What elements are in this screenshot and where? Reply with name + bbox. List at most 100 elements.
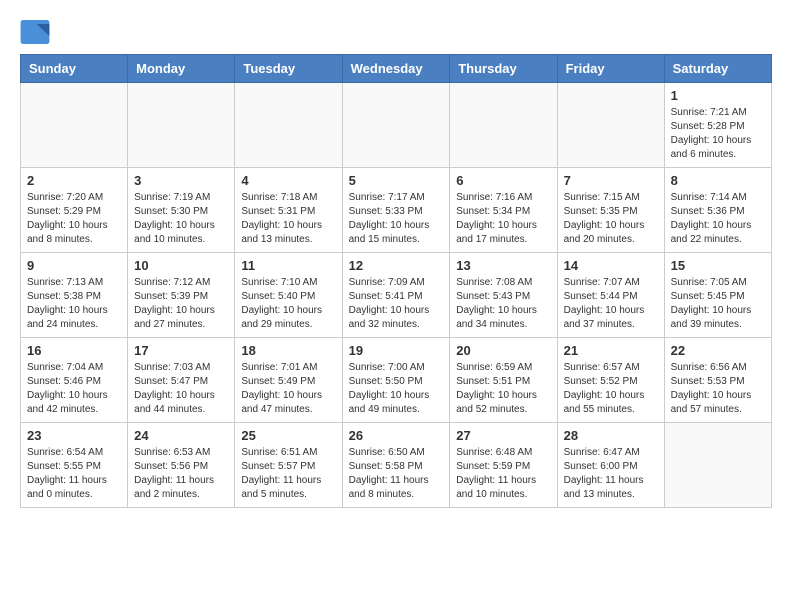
day-number: 26 [349,428,444,443]
calendar-cell: 14 Sunrise: 7:07 AM Sunset: 5:44 PM Dayli… [557,253,664,338]
day-number: 25 [241,428,335,443]
day-info: Sunrise: 7:20 AM Sunset: 5:29 PM Dayligh… [27,191,121,247]
day-number: 19 [349,343,444,358]
calendar-cell [450,83,557,168]
calendar-cell: 6 Sunrise: 7:16 AM Sunset: 5:34 PM Daylig… [450,168,557,253]
calendar-cell: 22Sunrise: 6:56 AM Sunset: 5:53 PM Dayli… [664,338,771,423]
header-thursday: Thursday [450,55,557,83]
day-number: 4 [241,173,335,188]
day-number: 2 [27,173,121,188]
calendar-cell: 1 Sunrise: 7:21 AM Sunset: 5:28 PM Daylig… [664,83,771,168]
day-number: 7 [564,173,658,188]
day-info: Sunrise: 7:03 AM Sunset: 5:47 PM Dayligh… [134,361,228,417]
day-number: 13 [456,258,550,273]
calendar-cell: 11 Sunrise: 7:10 AM Sunset: 5:40 PM Dayli… [235,253,342,338]
calendar-cell: 12 Sunrise: 7:09 AM Sunset: 5:41 PM Dayli… [342,253,450,338]
week-row-2: 2 Sunrise: 7:20 AM Sunset: 5:29 PM Daylig… [21,168,772,253]
day-info: Sunrise: 7:08 AM Sunset: 5:43 PM Dayligh… [456,276,550,332]
day-info: Sunrise: 7:13 AM Sunset: 5:38 PM Dayligh… [27,276,121,332]
day-info: Sunrise: 7:09 AM Sunset: 5:41 PM Dayligh… [349,276,444,332]
header-wednesday: Wednesday [342,55,450,83]
calendar-cell [557,83,664,168]
header-monday: Monday [128,55,235,83]
calendar-cell: 13 Sunrise: 7:08 AM Sunset: 5:43 PM Dayli… [450,253,557,338]
calendar-cell [664,423,771,508]
day-number: 10 [134,258,228,273]
day-info: Sunrise: 6:59 AM Sunset: 5:51 PM Dayligh… [456,361,550,417]
calendar-cell: 7 Sunrise: 7:15 AM Sunset: 5:35 PM Daylig… [557,168,664,253]
calendar-cell: 24 Sunrise: 6:53 AM Sunset: 5:56 PM Dayli… [128,423,235,508]
calendar-cell: 2 Sunrise: 7:20 AM Sunset: 5:29 PM Daylig… [21,168,128,253]
day-number: 9 [27,258,121,273]
calendar-cell [342,83,450,168]
day-info: Sunrise: 7:21 AM Sunset: 5:28 PM Dayligh… [671,106,765,162]
day-info: Sunrise: 7:16 AM Sunset: 5:34 PM Dayligh… [456,191,550,247]
week-row-4: 16 Sunrise: 7:04 AM Sunset: 5:46 PM Dayli… [21,338,772,423]
day-number: 23 [27,428,121,443]
day-number: 12 [349,258,444,273]
day-number: 5 [349,173,444,188]
calendar-cell: 3 Sunrise: 7:19 AM Sunset: 5:30 PM Daylig… [128,168,235,253]
header-sunday: Sunday [21,55,128,83]
calendar-cell: 21Sunrise: 6:57 AM Sunset: 5:52 PM Dayli… [557,338,664,423]
logo [20,20,54,44]
calendar-cell [21,83,128,168]
day-number: 1 [671,88,765,103]
day-info: Sunrise: 7:19 AM Sunset: 5:30 PM Dayligh… [134,191,228,247]
day-number: 17 [134,343,228,358]
calendar-table: SundayMondayTuesdayWednesdayThursdayFrid… [20,54,772,508]
day-info: Sunrise: 6:53 AM Sunset: 5:56 PM Dayligh… [134,446,228,502]
day-info: Sunrise: 6:54 AM Sunset: 5:55 PM Dayligh… [27,446,121,502]
day-number: 11 [241,258,335,273]
day-number: 18 [241,343,335,358]
day-number: 22 [671,343,765,358]
day-info: Sunrise: 7:01 AM Sunset: 5:49 PM Dayligh… [241,361,335,417]
day-info: Sunrise: 7:07 AM Sunset: 5:44 PM Dayligh… [564,276,658,332]
day-info: Sunrise: 7:00 AM Sunset: 5:50 PM Dayligh… [349,361,444,417]
day-info: Sunrise: 6:48 AM Sunset: 5:59 PM Dayligh… [456,446,550,502]
day-number: 16 [27,343,121,358]
day-number: 8 [671,173,765,188]
day-info: Sunrise: 7:15 AM Sunset: 5:35 PM Dayligh… [564,191,658,247]
header-tuesday: Tuesday [235,55,342,83]
day-number: 3 [134,173,228,188]
week-row-3: 9 Sunrise: 7:13 AM Sunset: 5:38 PM Daylig… [21,253,772,338]
calendar-cell: 5Sunrise: 7:17 AM Sunset: 5:33 PM Daylig… [342,168,450,253]
calendar-cell: 23 Sunrise: 6:54 AM Sunset: 5:55 PM Dayli… [21,423,128,508]
calendar-cell: 16 Sunrise: 7:04 AM Sunset: 5:46 PM Dayli… [21,338,128,423]
header [20,20,772,44]
day-info: Sunrise: 7:05 AM Sunset: 5:45 PM Dayligh… [671,276,765,332]
day-number: 28 [564,428,658,443]
calendar-cell: 4 Sunrise: 7:18 AM Sunset: 5:31 PM Daylig… [235,168,342,253]
calendar-cell [235,83,342,168]
calendar-cell: 10 Sunrise: 7:12 AM Sunset: 5:39 PM Dayli… [128,253,235,338]
header-friday: Friday [557,55,664,83]
calendar-cell: 9 Sunrise: 7:13 AM Sunset: 5:38 PM Daylig… [21,253,128,338]
day-number: 6 [456,173,550,188]
header-saturday: Saturday [664,55,771,83]
day-info: Sunrise: 7:10 AM Sunset: 5:40 PM Dayligh… [241,276,335,332]
day-info: Sunrise: 6:47 AM Sunset: 6:00 PM Dayligh… [564,446,658,502]
calendar-cell: 15 Sunrise: 7:05 AM Sunset: 5:45 PM Dayli… [664,253,771,338]
day-number: 21 [564,343,658,358]
calendar-cell: 20 Sunrise: 6:59 AM Sunset: 5:51 PM Dayli… [450,338,557,423]
header-row: SundayMondayTuesdayWednesdayThursdayFrid… [21,55,772,83]
day-number: 15 [671,258,765,273]
day-info: Sunrise: 7:04 AM Sunset: 5:46 PM Dayligh… [27,361,121,417]
calendar-cell [128,83,235,168]
day-number: 27 [456,428,550,443]
day-number: 14 [564,258,658,273]
day-info: Sunrise: 7:18 AM Sunset: 5:31 PM Dayligh… [241,191,335,247]
calendar-cell: 26 Sunrise: 6:50 AM Sunset: 5:58 PM Dayli… [342,423,450,508]
day-info: Sunrise: 7:12 AM Sunset: 5:39 PM Dayligh… [134,276,228,332]
week-row-5: 23 Sunrise: 6:54 AM Sunset: 5:55 PM Dayli… [21,423,772,508]
day-info: Sunrise: 6:50 AM Sunset: 5:58 PM Dayligh… [349,446,444,502]
day-info: Sunrise: 7:14 AM Sunset: 5:36 PM Dayligh… [671,191,765,247]
logo-icon [20,20,50,44]
week-row-1: 1 Sunrise: 7:21 AM Sunset: 5:28 PM Daylig… [21,83,772,168]
day-number: 20 [456,343,550,358]
calendar-cell: 25 Sunrise: 6:51 AM Sunset: 5:57 PM Dayli… [235,423,342,508]
day-info: Sunrise: 6:51 AM Sunset: 5:57 PM Dayligh… [241,446,335,502]
day-number: 24 [134,428,228,443]
calendar-cell: 17 Sunrise: 7:03 AM Sunset: 5:47 PM Dayli… [128,338,235,423]
